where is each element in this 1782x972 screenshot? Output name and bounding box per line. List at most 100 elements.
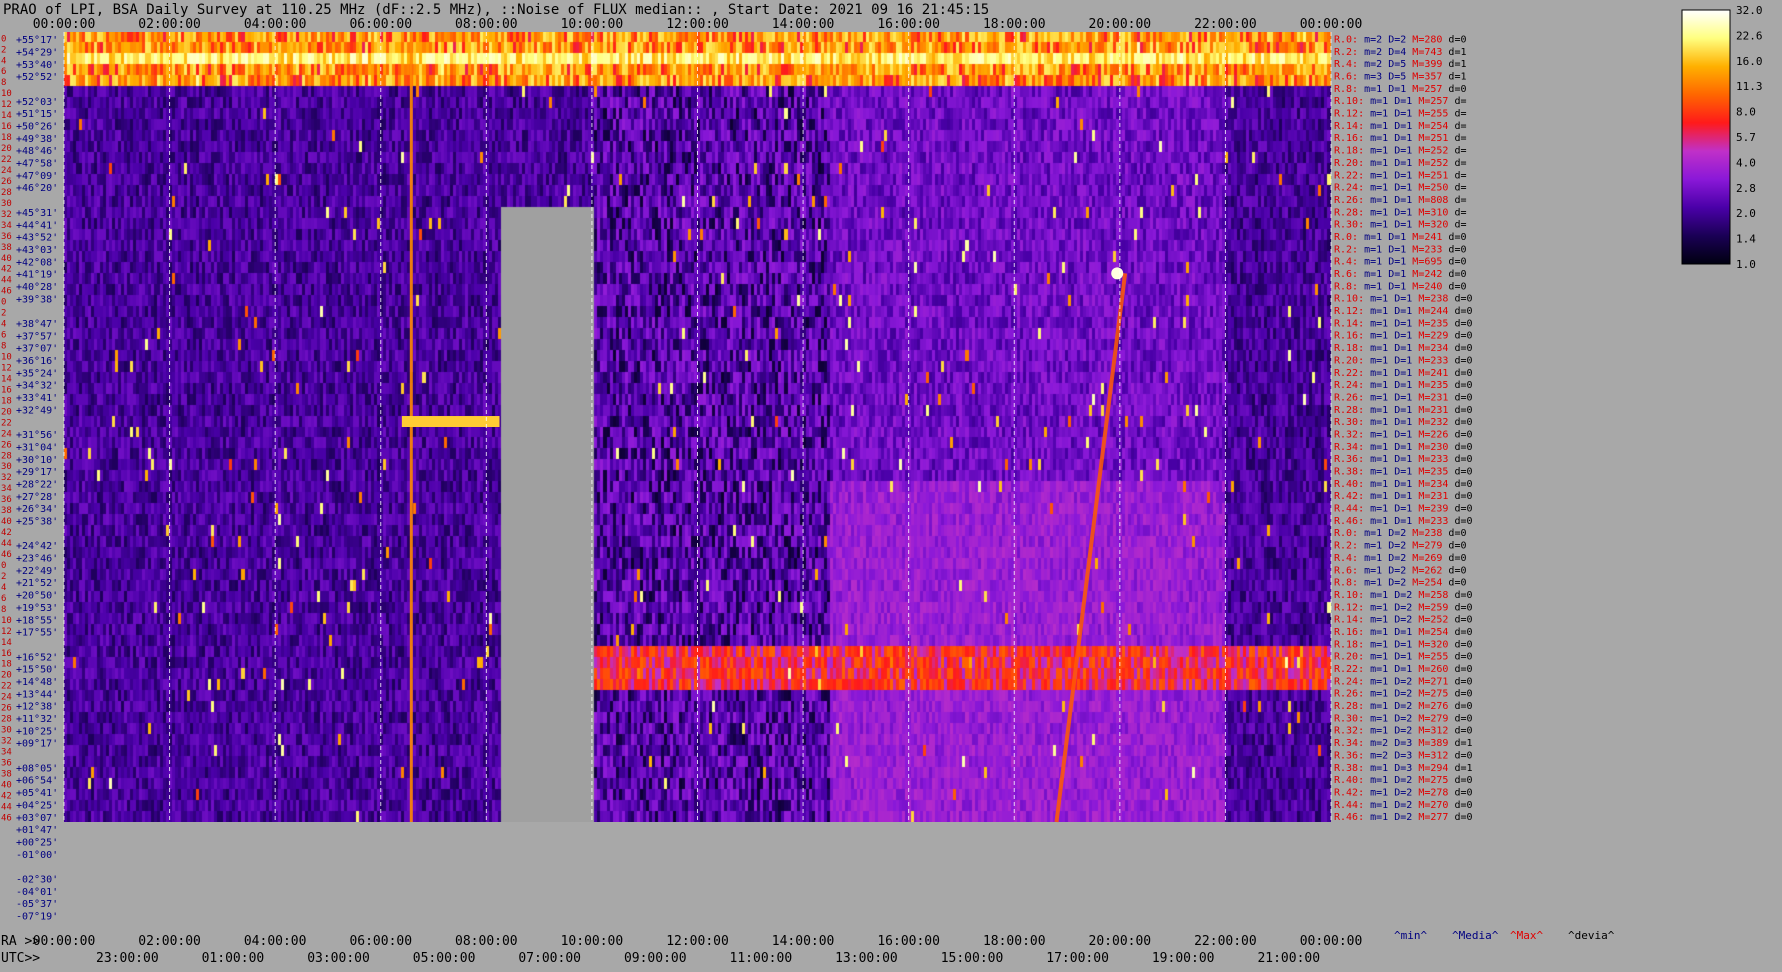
declination-label: -04°01'	[16, 887, 58, 898]
declination-label: +33°41'	[16, 393, 58, 404]
ra-tick-label: 04:00:00	[244, 934, 307, 949]
declination-label: +39°38'	[16, 294, 58, 305]
beam-number: 36	[1, 232, 12, 242]
declination-label: +34°32'	[16, 381, 58, 392]
utc-tick-label: 09:00:00	[624, 951, 687, 966]
declination-label: +38°47'	[16, 319, 58, 330]
declination-label: +27°28'	[16, 492, 58, 503]
declination-label: +32°49'	[16, 405, 58, 416]
beam-number: 16	[1, 122, 12, 132]
top-tick-label: 08:00:00	[455, 17, 518, 32]
beam-number: 18	[1, 660, 12, 670]
declination-label: +06°54'	[16, 776, 58, 787]
ra-tick-label: 14:00:00	[772, 934, 835, 949]
utc-tick-label: 21:00:00	[1257, 951, 1320, 966]
row-stat-line: R.8: m=1 D=1 M=240 d=0	[1334, 281, 1467, 292]
beam-number: 28	[1, 715, 12, 725]
declination-label: +43°03'	[16, 245, 58, 256]
beam-number: 22	[1, 418, 12, 428]
declination-label: +16°52'	[16, 652, 58, 663]
top-tick-label: 04:00:00	[244, 17, 307, 32]
declination-label: +37°57'	[16, 331, 58, 342]
row-stat-line: R.8: m=1 D=1 M=257 d=0	[1334, 84, 1467, 95]
ra-tick-label: 00:00:00	[33, 934, 96, 949]
beam-number: 22	[1, 155, 12, 165]
row-stat-line: R.16: m=1 D=1 M=229 d=0	[1334, 331, 1473, 342]
declination-label: +43°52'	[16, 233, 58, 244]
beam-number: 16	[1, 649, 12, 659]
declination-label: +26°34'	[16, 504, 58, 515]
row-stat-line: R.6: m=1 D=2 M=262 d=0	[1334, 565, 1467, 576]
beam-number: 2	[1, 309, 6, 319]
beam-number: 42	[1, 265, 12, 275]
colorbar-tick-label: 1.4	[1736, 233, 1756, 246]
beam-number: 0	[1, 298, 6, 308]
beam-number: 36	[1, 758, 12, 768]
row-stat-line: R.10: m=1 D=1 M=238 d=0	[1334, 294, 1473, 305]
declination-label: +44°41'	[16, 220, 58, 231]
declination-label: +55°17'	[16, 35, 58, 46]
beam-number: 34	[1, 748, 12, 758]
utc-tick-label: 17:00:00	[1046, 951, 1109, 966]
ra-tick-label: 18:00:00	[983, 934, 1046, 949]
declination-label: +24°42'	[16, 541, 58, 552]
row-stat-line: R.42: m=1 D=1 M=231 d=0	[1334, 491, 1473, 502]
beam-number: 28	[1, 188, 12, 198]
declination-label: +09°17'	[16, 739, 58, 750]
declination-label: +46°20'	[16, 183, 58, 194]
row-stat-line: R.18: m=1 D=1 M=252 d=	[1334, 146, 1466, 157]
row-stat-line: R.2: m=1 D=2 M=279 d=0	[1334, 541, 1467, 552]
declination-label: +25°38'	[16, 517, 58, 528]
declination-label: +53°40'	[16, 60, 58, 71]
top-tick-label: 02:00:00	[138, 17, 201, 32]
ra-tick-label: 02:00:00	[138, 934, 201, 949]
row-stat-line: R.38: m=1 D=3 M=294 d=1	[1334, 763, 1473, 774]
colorbar-tick-label: 2.8	[1736, 182, 1756, 195]
colorbar-tick-label: 5.7	[1736, 131, 1756, 144]
colorbar-tick-label: 22.6	[1736, 29, 1763, 42]
beam-number: 34	[1, 484, 12, 494]
beam-number: 28	[1, 451, 12, 461]
declination-label: +21°52'	[16, 578, 58, 589]
beam-number: 14	[1, 638, 12, 648]
beam-number: 8	[1, 605, 6, 615]
ra-tick-label: 06:00:00	[349, 934, 412, 949]
beam-number: 10	[1, 89, 12, 99]
row-stat-line: R.4: m=2 D=5 M=399 d=1	[1334, 59, 1467, 70]
beam-number: 26	[1, 177, 12, 187]
beam-number: 4	[1, 56, 6, 66]
beam-number: 6	[1, 67, 6, 77]
beam-number: 18	[1, 396, 12, 406]
beam-number: 22	[1, 682, 12, 692]
beam-number: 42	[1, 791, 12, 801]
beam-number: 6	[1, 594, 6, 604]
row-stat-line: R.20: m=1 D=1 M=233 d=0	[1334, 355, 1473, 366]
declination-label: +05°41'	[16, 788, 58, 799]
bright-source-spot	[1111, 267, 1124, 280]
ra-tick-label: 10:00:00	[561, 934, 624, 949]
declination-label: +54°29'	[16, 47, 58, 58]
row-stat-line: R.6: m=3 D=5 M=357 d=1	[1334, 72, 1467, 83]
declination-label: +45°31'	[16, 208, 58, 219]
beam-number: 0	[1, 561, 6, 571]
beam-number: 30	[1, 726, 12, 736]
stat-footer-label: ^min^	[1394, 929, 1427, 942]
row-stat-line: R.2: m=1 D=1 M=233 d=0	[1334, 244, 1467, 255]
beam-number: 44	[1, 802, 12, 812]
row-stat-line: R.36: m=1 D=1 M=233 d=0	[1334, 454, 1473, 465]
colorbar-tick-label: 4.0	[1736, 156, 1756, 169]
utc-tick-label: 03:00:00	[307, 951, 370, 966]
beam-number: 40	[1, 517, 12, 527]
ra-tick-label: 22:00:00	[1194, 934, 1257, 949]
row-stat-line: R.14: m=1 D=1 M=235 d=0	[1334, 318, 1473, 329]
stat-footer-label: ^Media^	[1452, 929, 1499, 942]
declination-label: +41°19'	[16, 270, 58, 281]
row-stat-line: R.40: m=1 D=2 M=275 d=0	[1334, 775, 1473, 786]
beam-number: 38	[1, 506, 12, 516]
row-stat-line: R.18: m=1 D=1 M=320 d=0	[1334, 639, 1473, 650]
row-stat-line: R.16: m=1 D=1 M=254 d=0	[1334, 627, 1473, 638]
row-stat-line: R.0: m=1 D=1 M=241 d=0	[1334, 232, 1467, 243]
beam-number: 40	[1, 780, 12, 790]
beam-number: 26	[1, 704, 12, 714]
beam-number: 4	[1, 583, 6, 593]
